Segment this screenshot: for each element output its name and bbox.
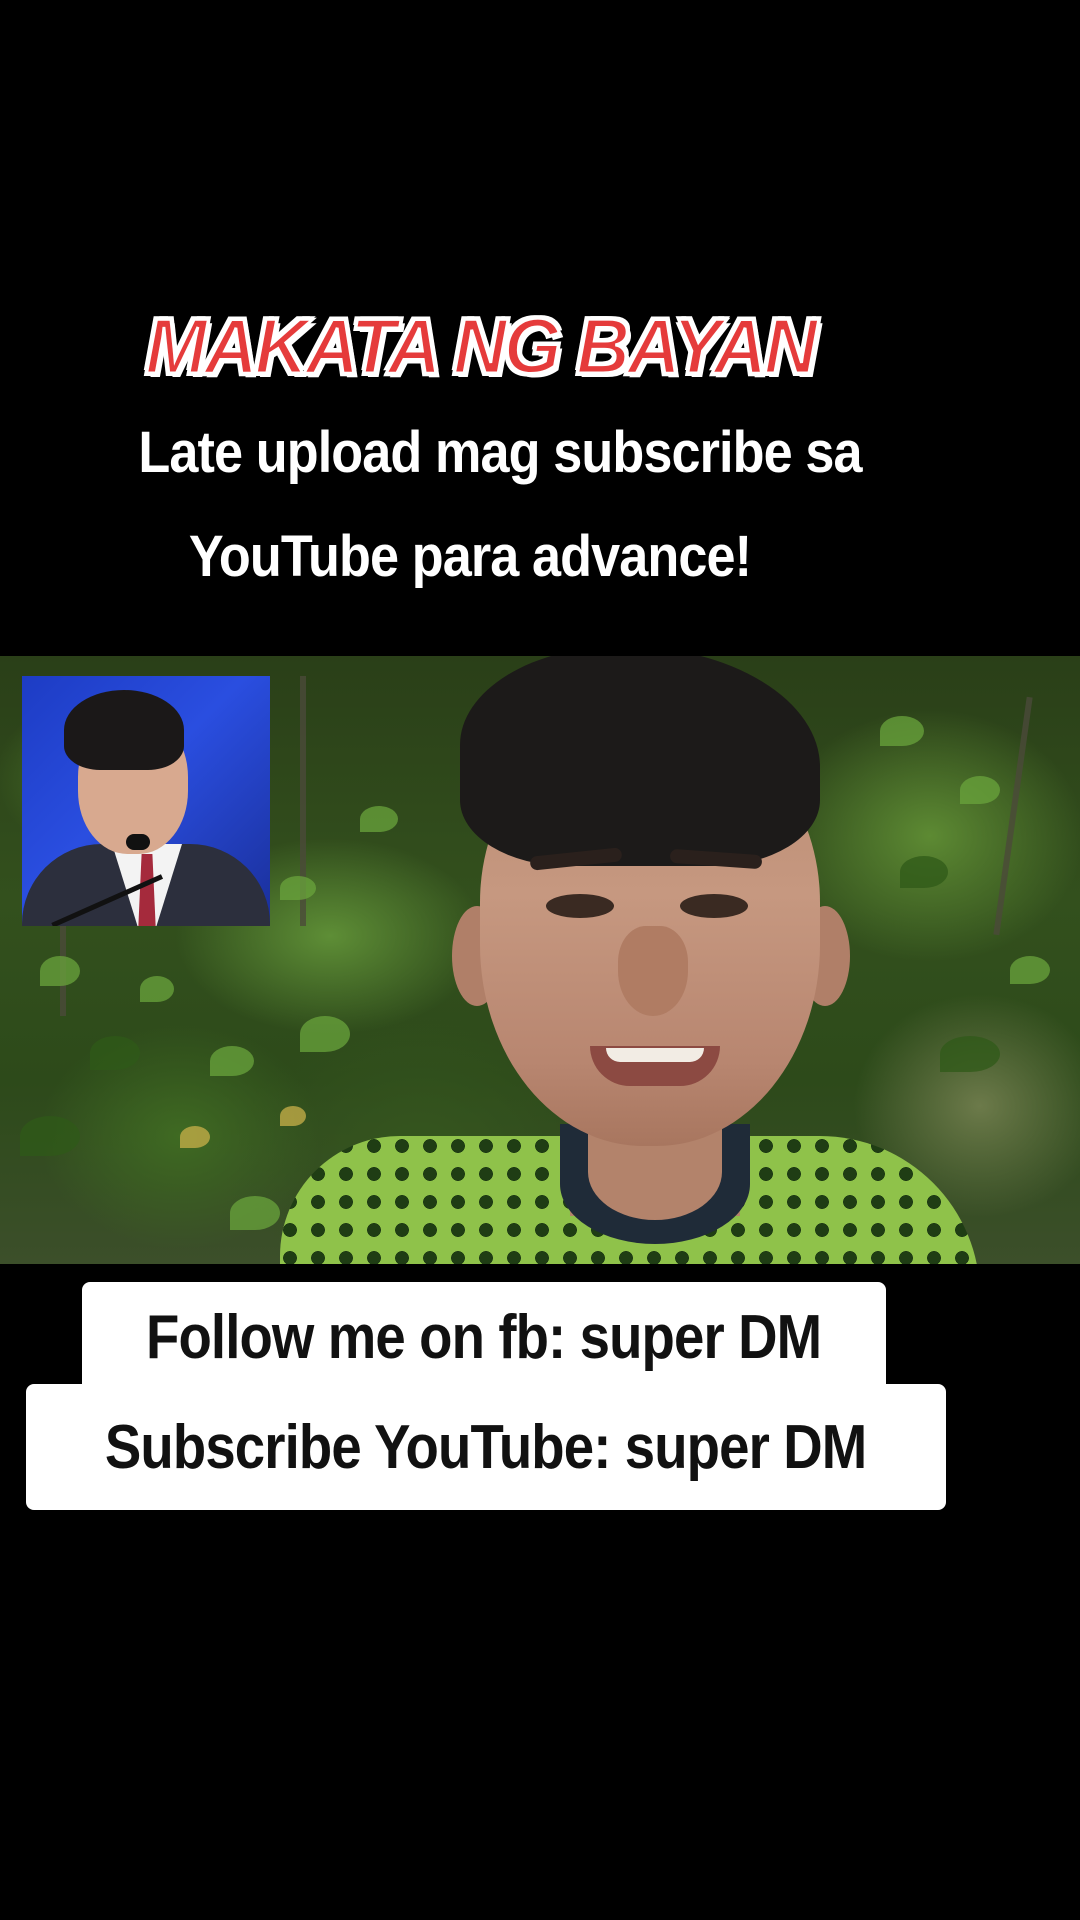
caption-subscribe-youtube-text: Subscribe YouTube: super DM bbox=[105, 1412, 867, 1482]
leaf bbox=[1010, 956, 1050, 984]
person bbox=[280, 656, 980, 1264]
overlay-subtitle-line2: YouTube para advance! bbox=[188, 524, 752, 589]
caption-follow-fb: Follow me on fb: super DM bbox=[82, 1282, 886, 1392]
inset-photo bbox=[22, 676, 270, 926]
microphone-head bbox=[126, 834, 150, 850]
nose bbox=[618, 926, 688, 1016]
leaf bbox=[230, 1196, 280, 1230]
teeth bbox=[606, 1048, 704, 1062]
leaf bbox=[90, 1036, 140, 1070]
leaf bbox=[20, 1116, 80, 1156]
eye-left bbox=[546, 894, 614, 918]
overlay-title: MAKATA NG BAYAN bbox=[144, 300, 819, 391]
leaf bbox=[140, 976, 174, 1002]
leaf bbox=[280, 876, 316, 900]
leaf bbox=[900, 856, 948, 888]
caption-subscribe-youtube: Subscribe YouTube: super DM bbox=[26, 1384, 946, 1510]
leaf bbox=[180, 1126, 210, 1148]
caption-follow-fb-text: Follow me on fb: super DM bbox=[146, 1302, 822, 1372]
eye-right bbox=[680, 894, 748, 918]
hair bbox=[460, 656, 820, 866]
inset-hair bbox=[64, 690, 184, 770]
leaf bbox=[940, 1036, 1000, 1072]
video-frame[interactable]: MAKATA NG BAYAN Late upload mag subscrib… bbox=[0, 0, 1080, 1920]
tree-trunk bbox=[993, 696, 1033, 936]
leaf bbox=[40, 956, 80, 986]
leaf bbox=[210, 1046, 254, 1076]
leaf bbox=[960, 776, 1000, 804]
leaf bbox=[280, 1106, 306, 1126]
overlay-subtitle-line1: Late upload mag subscribe sa bbox=[138, 420, 862, 485]
